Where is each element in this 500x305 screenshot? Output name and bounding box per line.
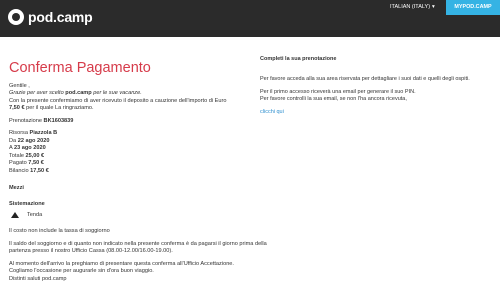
language-selector[interactable]: ITALIAN (ITALY) ▾ xyxy=(390,4,435,11)
panel-paragraph-2b: Per favore controlli la sua email, se no… xyxy=(260,96,407,103)
paid-line: Pagato 7,50 € xyxy=(9,160,274,168)
thanks-pre: Grazie per aver scelto xyxy=(9,90,66,97)
thanks-post: per le sue vacanze. xyxy=(91,90,142,97)
total-line: Totale 25,00 € xyxy=(9,153,274,161)
greeting: Gentile , xyxy=(9,82,30,89)
booking-line: Prenotazione BK1603839 xyxy=(9,118,274,126)
deposit-amount: 7,50 € xyxy=(9,105,25,112)
deposit-line: 7,50 € per il quale La ringraziamo. xyxy=(9,105,274,113)
total-label: Totale xyxy=(9,152,26,159)
chevron-down-icon: ▾ xyxy=(432,4,435,10)
booking-code: BK1603839 xyxy=(43,117,74,124)
means-heading: Mezzi xyxy=(9,184,24,191)
from-line: Da 22 ago 2020 xyxy=(9,138,274,146)
page-title: Conferma Pagamento xyxy=(9,60,151,76)
confirm-tail: per il quale La ringraziamo. xyxy=(24,105,94,112)
confirmation-content: Conferma Pagamento Gentile , Grazie per … xyxy=(9,59,274,284)
accommodation-heading: Sistemazione xyxy=(9,201,45,208)
closing-text: Cogliamo l'occasione per augurarle sin d… xyxy=(9,268,154,275)
accommodation-label: Tenda xyxy=(27,211,43,218)
brand-name: pod.camp xyxy=(65,90,92,97)
balance-label: Bilancio xyxy=(9,168,31,175)
logo[interactable]: pod.camp xyxy=(8,8,93,27)
signature: Distinti saluti pod.camp xyxy=(9,275,67,282)
panel-paragraph-2a: Per il primo accesso riceverà una email … xyxy=(260,88,416,95)
booking-label: Prenotazione xyxy=(9,117,44,124)
to-line: A 23 ago 2020 xyxy=(9,145,274,153)
tent-icon xyxy=(11,212,19,219)
paid-label: Pagato xyxy=(9,160,29,167)
from-label: Da xyxy=(9,137,18,144)
paid-value: 7,50 € xyxy=(28,160,44,167)
top-navigation-bar: pod.camp ITALIAN (ITALY) ▾ MYPOD.CAMP xyxy=(0,0,500,37)
from-date: 22 ago 2020 xyxy=(17,137,50,144)
thanks-line: Grazie per aver scelto pod.camp per le s… xyxy=(9,90,274,98)
logo-text: pod.camp xyxy=(28,9,93,25)
language-label: ITALIAN (ITALY) xyxy=(390,4,431,10)
balance-line: Bilancio 17,50 € xyxy=(9,168,274,176)
tax-note: Il costo non include la tassa di soggior… xyxy=(9,228,110,235)
click-here-link[interactable]: clicchi qui xyxy=(260,109,495,116)
resource-value: Piazzola B xyxy=(29,130,58,137)
complete-booking-panel: Completi la sua prenotazione Per favore … xyxy=(260,56,495,116)
to-date: 23 ago 2020 xyxy=(13,145,46,152)
total-value: 25,00 € xyxy=(25,152,45,159)
mypodcamp-button[interactable]: MYPOD.CAMP xyxy=(446,0,500,15)
balance-value: 17,50 € xyxy=(30,168,49,175)
logo-icon xyxy=(8,9,24,26)
arrival-note: Al momento dell'arrivo la preghiamo di p… xyxy=(9,260,234,267)
accommodation-item: Tenda xyxy=(11,212,274,220)
resource-line: Risorsa Piazzola B xyxy=(9,130,274,138)
resource-label: Risorsa xyxy=(9,130,30,137)
panel-heading: Completi la sua prenotazione xyxy=(260,56,337,62)
panel-paragraph-1: Per favore acceda alla sua area riservat… xyxy=(260,76,470,83)
balance-note: Il saldo del soggiorno e di quanto non i… xyxy=(9,240,267,255)
confirm-text: Con la presente confermiamo di aver rice… xyxy=(9,97,227,104)
